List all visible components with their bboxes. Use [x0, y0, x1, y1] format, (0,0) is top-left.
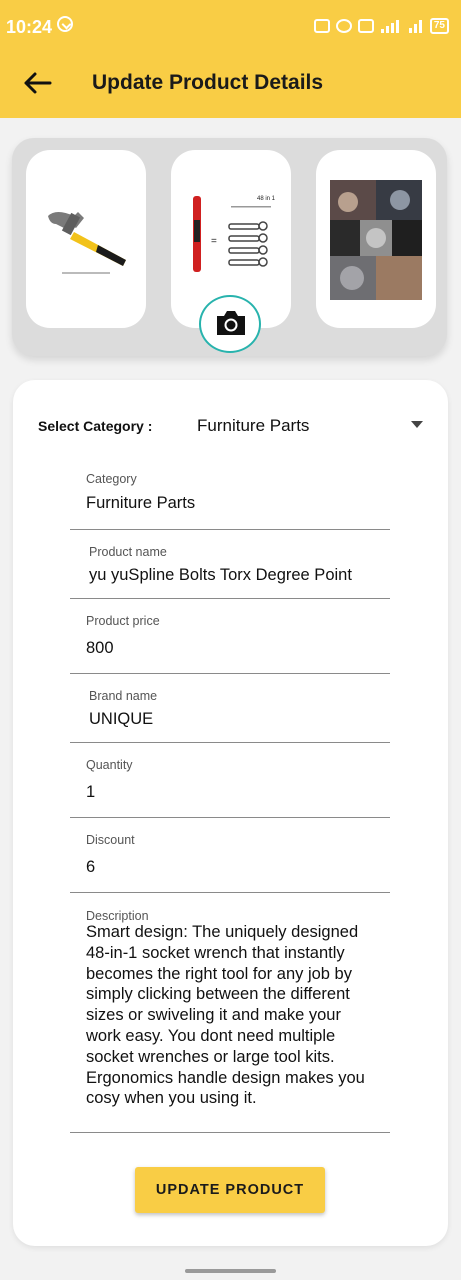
- status-icons: 75: [313, 18, 449, 34]
- quantity-value: 1: [86, 783, 96, 801]
- image-gallery: = 48 in 1: [12, 138, 447, 356]
- usage-collage-image: [330, 180, 422, 300]
- page-title: Update Product Details: [92, 71, 324, 94]
- hammer-image: [48, 212, 126, 274]
- quantity-label: Quantity: [86, 758, 133, 772]
- svg-text:=: =: [211, 236, 217, 247]
- status-time: 10:24: [6, 17, 53, 37]
- status-bar: 10:24 75: [0, 0, 461, 56]
- update-product-button[interactable]: UPDATE PRODUCT: [135, 1167, 325, 1213]
- product-image-usage[interactable]: [316, 150, 436, 328]
- discount-label: Discount: [86, 833, 135, 847]
- category-field-label: Category: [86, 472, 137, 486]
- product-price-field[interactable]: Product price 800: [70, 598, 390, 674]
- product-image-hammer[interactable]: [26, 150, 146, 328]
- camera-icon: [217, 311, 245, 335]
- category-field[interactable]: Category Furniture Parts: [70, 458, 390, 530]
- product-name-field[interactable]: Product name yu yuSpline Bolts Torx Degr…: [70, 529, 390, 599]
- select-category-label: Select Category :: [38, 418, 153, 434]
- battery-icon: 75: [429, 18, 449, 34]
- discount-value: 6: [86, 858, 96, 876]
- category-field-value: Furniture Parts: [86, 494, 196, 512]
- back-arrow-icon[interactable]: [22, 69, 56, 97]
- vibrate-icon: [313, 19, 330, 33]
- brand-name-field[interactable]: Brand name UNIQUE: [70, 673, 390, 743]
- signal-icon-2: [408, 20, 422, 33]
- data-icon: [357, 19, 374, 33]
- description-label: Description: [86, 909, 149, 923]
- quantity-field[interactable]: Quantity 1: [70, 742, 390, 818]
- product-name-value: yu yuSpline Bolts Torx Degree Point: [89, 566, 352, 584]
- hotspot-icon: [335, 19, 352, 33]
- product-price-label: Product price: [86, 614, 160, 628]
- description-field[interactable]: Description Smart design: The uniquely d…: [70, 892, 390, 1133]
- app-bar: Update Product Details: [0, 56, 461, 118]
- discount-field[interactable]: Discount 6: [70, 817, 390, 893]
- dropdown-arrow-icon[interactable]: [411, 421, 423, 428]
- wrench-caption: 48 in 1: [257, 196, 276, 202]
- product-name-label: Product name: [89, 545, 167, 559]
- sync-icon: [57, 16, 73, 32]
- product-form-card: Select Category : Furniture Parts Catego…: [13, 380, 448, 1246]
- product-price-value: 800: [86, 639, 114, 657]
- brand-name-label: Brand name: [89, 689, 158, 703]
- home-indicator[interactable]: [185, 1269, 276, 1273]
- signal-icon: [380, 20, 399, 33]
- brand-name-value: UNIQUE: [89, 710, 154, 728]
- camera-button[interactable]: [199, 295, 261, 353]
- description-value: Smart design: The uniquely designed 48-i…: [86, 923, 365, 1108]
- category-dropdown[interactable]: Furniture Parts: [197, 416, 309, 436]
